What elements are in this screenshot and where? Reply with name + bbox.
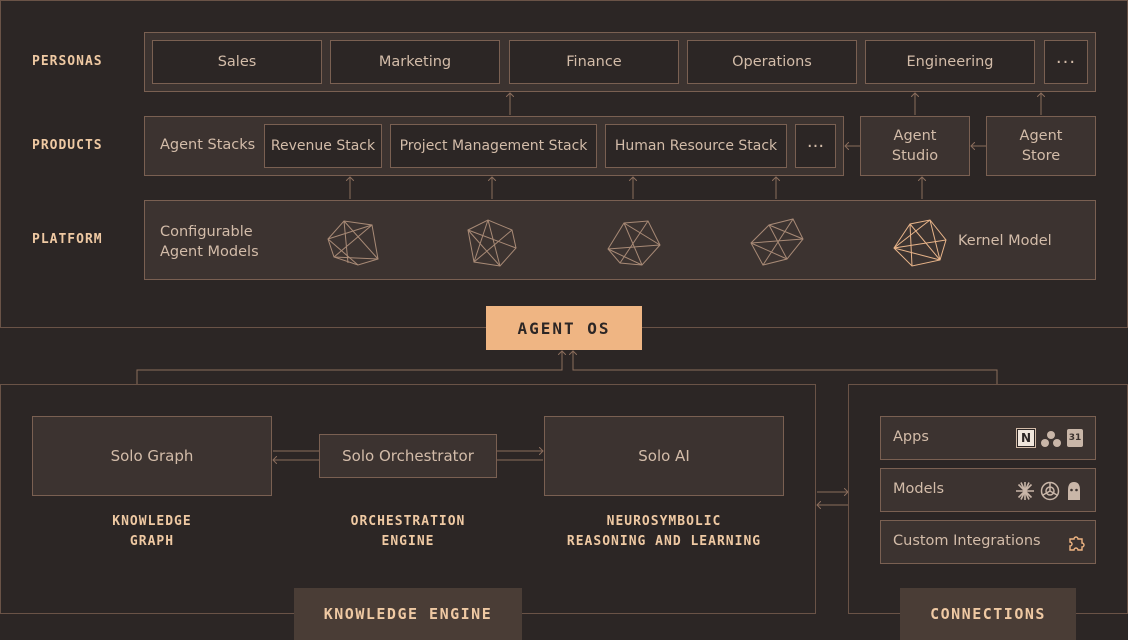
solo-ai[interactable]: Solo AI bbox=[544, 416, 784, 496]
persona-sales[interactable]: Sales bbox=[152, 40, 322, 84]
agent-model-4-icon bbox=[750, 218, 804, 266]
persona-engineering[interactable]: Engineering bbox=[865, 40, 1035, 84]
agent-studio-line2: Studio bbox=[891, 148, 939, 164]
personas-more-button[interactable]: ··· bbox=[1044, 40, 1088, 84]
solo-orchestrator[interactable]: Solo Orchestrator bbox=[319, 434, 497, 478]
apps-label: Apps bbox=[893, 429, 929, 445]
caption-line2: GRAPH bbox=[129, 534, 175, 549]
ollama-icon bbox=[1068, 482, 1080, 500]
caption-line1: NEUROSYMBOLIC bbox=[606, 514, 722, 529]
caption-line2: ENGINE bbox=[381, 534, 435, 549]
agent-model-2-icon bbox=[467, 219, 517, 267]
agent-studio[interactable]: Agent Studio bbox=[860, 116, 970, 176]
calendar-icon: 31 bbox=[1067, 429, 1083, 447]
persona-marketing[interactable]: Marketing bbox=[330, 40, 500, 84]
human-resource-stack[interactable]: Human Resource Stack bbox=[605, 124, 787, 168]
kernel-model-icon bbox=[893, 219, 947, 267]
persona-finance[interactable]: Finance bbox=[509, 40, 679, 84]
solo-graph[interactable]: Solo Graph bbox=[32, 416, 272, 496]
configurable-agent-models: Configurable Agent Models bbox=[160, 222, 259, 262]
connections-tab: CONNECTIONS bbox=[900, 588, 1076, 640]
agent-model-3-icon bbox=[607, 220, 661, 266]
personas-label: PERSONAS bbox=[32, 54, 103, 69]
caption-line2: REASONING AND LEARNING bbox=[566, 534, 762, 549]
orchestration-engine-caption: ORCHESTRATION ENGINE bbox=[308, 512, 508, 552]
agent-store[interactable]: Agent Store bbox=[986, 116, 1096, 176]
project-management-stack[interactable]: Project Management Stack bbox=[390, 124, 597, 168]
stacks-more-button[interactable]: ··· bbox=[795, 124, 836, 168]
more-icon: ··· bbox=[1055, 51, 1077, 73]
persona-operations[interactable]: Operations bbox=[687, 40, 857, 84]
caption-line1: ORCHESTRATION bbox=[350, 514, 466, 529]
agent-store-line1: Agent bbox=[1019, 128, 1063, 144]
caption-line1: KNOWLEDGE bbox=[112, 514, 192, 529]
apps-row[interactable]: Apps N 31 bbox=[880, 416, 1096, 460]
knowledge-engine-tab: KNOWLEDGE ENGINE bbox=[294, 588, 522, 640]
products-label: PRODUCTS bbox=[32, 138, 103, 153]
agent-store-line2: Store bbox=[1021, 148, 1061, 164]
models-label: Models bbox=[893, 481, 945, 497]
kernel-model-label: Kernel Model bbox=[958, 233, 1052, 249]
openai-icon bbox=[1040, 481, 1060, 501]
knowledge-graph-caption: KNOWLEDGE GRAPH bbox=[32, 512, 272, 552]
asana-icon bbox=[1041, 431, 1061, 447]
neurosymbolic-caption: NEUROSYMBOLIC REASONING AND LEARNING bbox=[544, 512, 784, 552]
puzzle-icon bbox=[1069, 536, 1085, 551]
platform-label: PLATFORM bbox=[32, 232, 103, 247]
configurable-line1: Configurable bbox=[160, 224, 253, 240]
more-icon: ··· bbox=[806, 135, 825, 157]
models-row[interactable]: Models bbox=[880, 468, 1096, 512]
configurable-line2: Agent Models bbox=[160, 244, 259, 260]
agent-model-icons bbox=[327, 218, 947, 267]
agent-stacks-label: Agent Stacks bbox=[160, 137, 256, 153]
custom-integrations-row[interactable]: Custom Integrations bbox=[880, 520, 1096, 564]
agent-os-badge: AGENT OS bbox=[486, 306, 642, 350]
claude-icon bbox=[1016, 482, 1034, 500]
revenue-stack[interactable]: Revenue Stack bbox=[264, 124, 382, 168]
agent-studio-line1: Agent bbox=[893, 128, 937, 144]
notion-icon: N bbox=[1016, 428, 1036, 448]
custom-integrations-label: Custom Integrations bbox=[893, 533, 1041, 549]
agent-model-1-icon bbox=[327, 220, 379, 266]
